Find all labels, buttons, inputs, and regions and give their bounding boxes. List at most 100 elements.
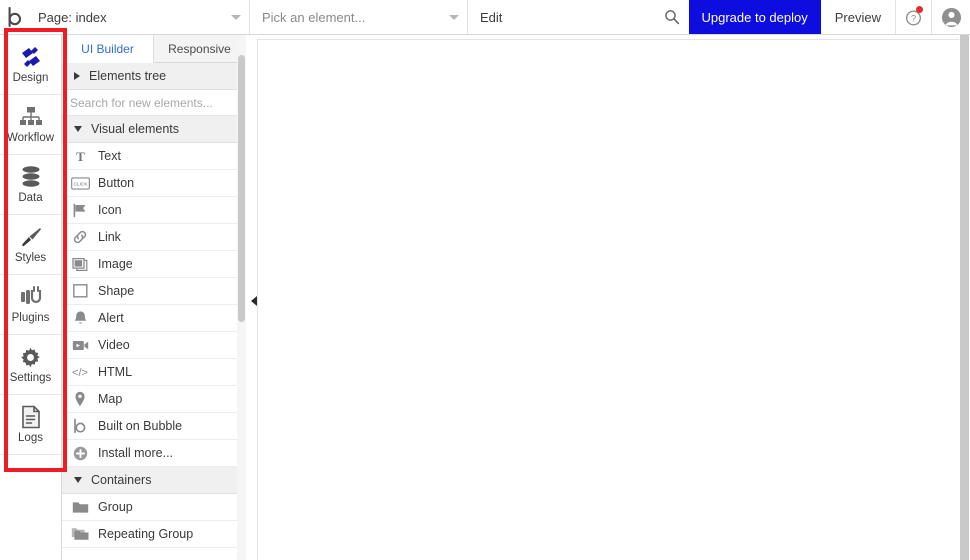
- element-label: Map: [98, 392, 123, 406]
- sidebar-item-label: Logs: [18, 432, 43, 445]
- svg-text:?: ?: [911, 13, 916, 24]
- canvas-page-surface[interactable]: [257, 39, 959, 560]
- preview-button[interactable]: Preview: [821, 0, 896, 34]
- sidebar-item-data[interactable]: Data: [0, 155, 61, 215]
- bubble-b-logo-icon: [8, 7, 22, 27]
- sidebar-item-label: Workflow: [6, 132, 55, 145]
- help-button[interactable]: ?: [896, 0, 932, 34]
- svg-text:CLICK: CLICK: [73, 181, 88, 187]
- sidebar-item-label: Styles: [14, 252, 47, 265]
- element-item-built-on-bubble[interactable]: Built on Bubble: [62, 413, 245, 440]
- user-avatar-icon: [941, 7, 961, 27]
- svg-text:T: T: [76, 149, 85, 164]
- chevron-down-icon: [449, 14, 459, 20]
- element-item-video[interactable]: Video: [62, 332, 245, 359]
- element-label: Image: [98, 257, 133, 271]
- tab-ui-builder[interactable]: UI Builder: [62, 35, 154, 63]
- page-selector-label: Page: index: [38, 9, 107, 25]
- section-header-containers[interactable]: Containers: [62, 467, 245, 494]
- element-item-install-more[interactable]: Install more...: [62, 440, 245, 467]
- panel-scrollbar-thumb[interactable]: [238, 55, 245, 322]
- chevron-down-icon: [74, 126, 82, 132]
- element-item-image[interactable]: Image: [62, 251, 245, 278]
- panel-tab-bar: UI Builder Responsive: [62, 35, 245, 63]
- database-icon: [20, 164, 42, 190]
- sidebar-item-settings[interactable]: Settings: [0, 335, 61, 395]
- element-label: Built on Bubble: [98, 419, 183, 433]
- section-header-visual-elements[interactable]: Visual elements: [62, 116, 245, 143]
- element-item-text[interactable]: T Text: [62, 143, 245, 170]
- notification-dot: [916, 6, 923, 13]
- elements-tree-header[interactable]: Elements tree: [62, 63, 245, 90]
- sidebar-item-workflow[interactable]: Workflow: [0, 95, 61, 155]
- element-item-alert[interactable]: Alert: [62, 305, 245, 332]
- canvas-scrollbar[interactable]: [959, 35, 970, 560]
- button-click-icon: CLICK: [70, 174, 90, 192]
- plus-circle-icon: [70, 444, 90, 462]
- sidebar-item-logs[interactable]: Logs: [0, 395, 61, 455]
- new-elements-search-row[interactable]: [62, 90, 245, 116]
- sidebar-item-design[interactable]: Design: [0, 35, 61, 95]
- flag-icon: [70, 201, 90, 219]
- map-pin-icon: [70, 390, 90, 408]
- element-selector-label: Pick an element...: [262, 9, 366, 25]
- element-item-shape[interactable]: Shape: [62, 278, 245, 305]
- elements-tree-label: Elements tree: [89, 69, 167, 83]
- folder-stack-icon: [70, 525, 90, 543]
- sidebar-item-plugins[interactable]: Plugins: [0, 275, 61, 335]
- element-item-html[interactable]: </> HTML: [62, 359, 245, 386]
- chevron-left-icon: [251, 296, 257, 306]
- video-camera-icon: [70, 336, 90, 354]
- element-label: HTML: [98, 365, 133, 379]
- section-label: Visual elements: [91, 122, 180, 136]
- element-item-repeating-group[interactable]: Repeating Group: [62, 521, 245, 548]
- element-label: Install more...: [98, 446, 174, 460]
- search-icon: [664, 10, 679, 25]
- bubble-logo[interactable]: [0, 0, 26, 34]
- element-label: Text: [98, 149, 121, 163]
- canvas-scrollbar-thumb[interactable]: [960, 35, 969, 560]
- element-item-map[interactable]: Map: [62, 386, 245, 413]
- element-label: Icon: [98, 203, 122, 217]
- search-input[interactable]: [70, 95, 245, 110]
- element-item-icon[interactable]: Icon: [62, 197, 245, 224]
- document-lines-icon: [21, 404, 41, 430]
- chevron-right-icon: [74, 72, 80, 80]
- top-toolbar: Page: index Pick an element... Edit Upgr…: [0, 0, 970, 35]
- image-icon: [70, 255, 90, 273]
- chevron-down-icon: [231, 14, 241, 20]
- panel-collapse-handle[interactable]: [248, 292, 260, 310]
- panel-scrollbar[interactable]: [237, 35, 246, 560]
- chevron-down-icon: [74, 477, 82, 483]
- page-selector[interactable]: Page: index: [26, 0, 250, 34]
- left-nav-rail: Design Workflow Data Styles Plugins Sett…: [0, 35, 62, 560]
- search-button[interactable]: [655, 0, 689, 34]
- text-t-icon: T: [70, 147, 90, 165]
- upgrade-to-deploy-button[interactable]: Upgrade to deploy: [688, 0, 821, 34]
- bell-icon: [70, 309, 90, 327]
- sidebar-item-label: Settings: [9, 372, 52, 385]
- edit-label: Edit: [480, 9, 503, 25]
- workflow-hierarchy-icon: [19, 104, 43, 130]
- element-label: Repeating Group: [98, 527, 194, 541]
- chain-link-icon: [70, 228, 90, 246]
- design-canvas[interactable]: [247, 35, 970, 560]
- user-avatar[interactable]: [932, 0, 970, 34]
- plug-icon: [19, 284, 43, 310]
- element-label: Link: [98, 230, 121, 244]
- element-label: Alert: [98, 311, 124, 325]
- element-selector[interactable]: Pick an element...: [250, 0, 468, 34]
- code-brackets-icon: </>: [70, 363, 90, 381]
- svg-text:</>: </>: [72, 367, 88, 379]
- element-item-link[interactable]: Link: [62, 224, 245, 251]
- section-label: Containers: [91, 473, 152, 487]
- element-item-button[interactable]: CLICK Button: [62, 170, 245, 197]
- sidebar-item-label: Data: [18, 192, 43, 205]
- tab-responsive[interactable]: Responsive: [154, 35, 245, 62]
- element-item-group[interactable]: Group: [62, 494, 245, 521]
- bubble-b-icon: [70, 417, 90, 435]
- element-label: Group: [98, 500, 133, 514]
- gear-icon: [19, 344, 42, 370]
- sidebar-item-styles[interactable]: Styles: [0, 215, 61, 275]
- element-label: Video: [98, 338, 130, 352]
